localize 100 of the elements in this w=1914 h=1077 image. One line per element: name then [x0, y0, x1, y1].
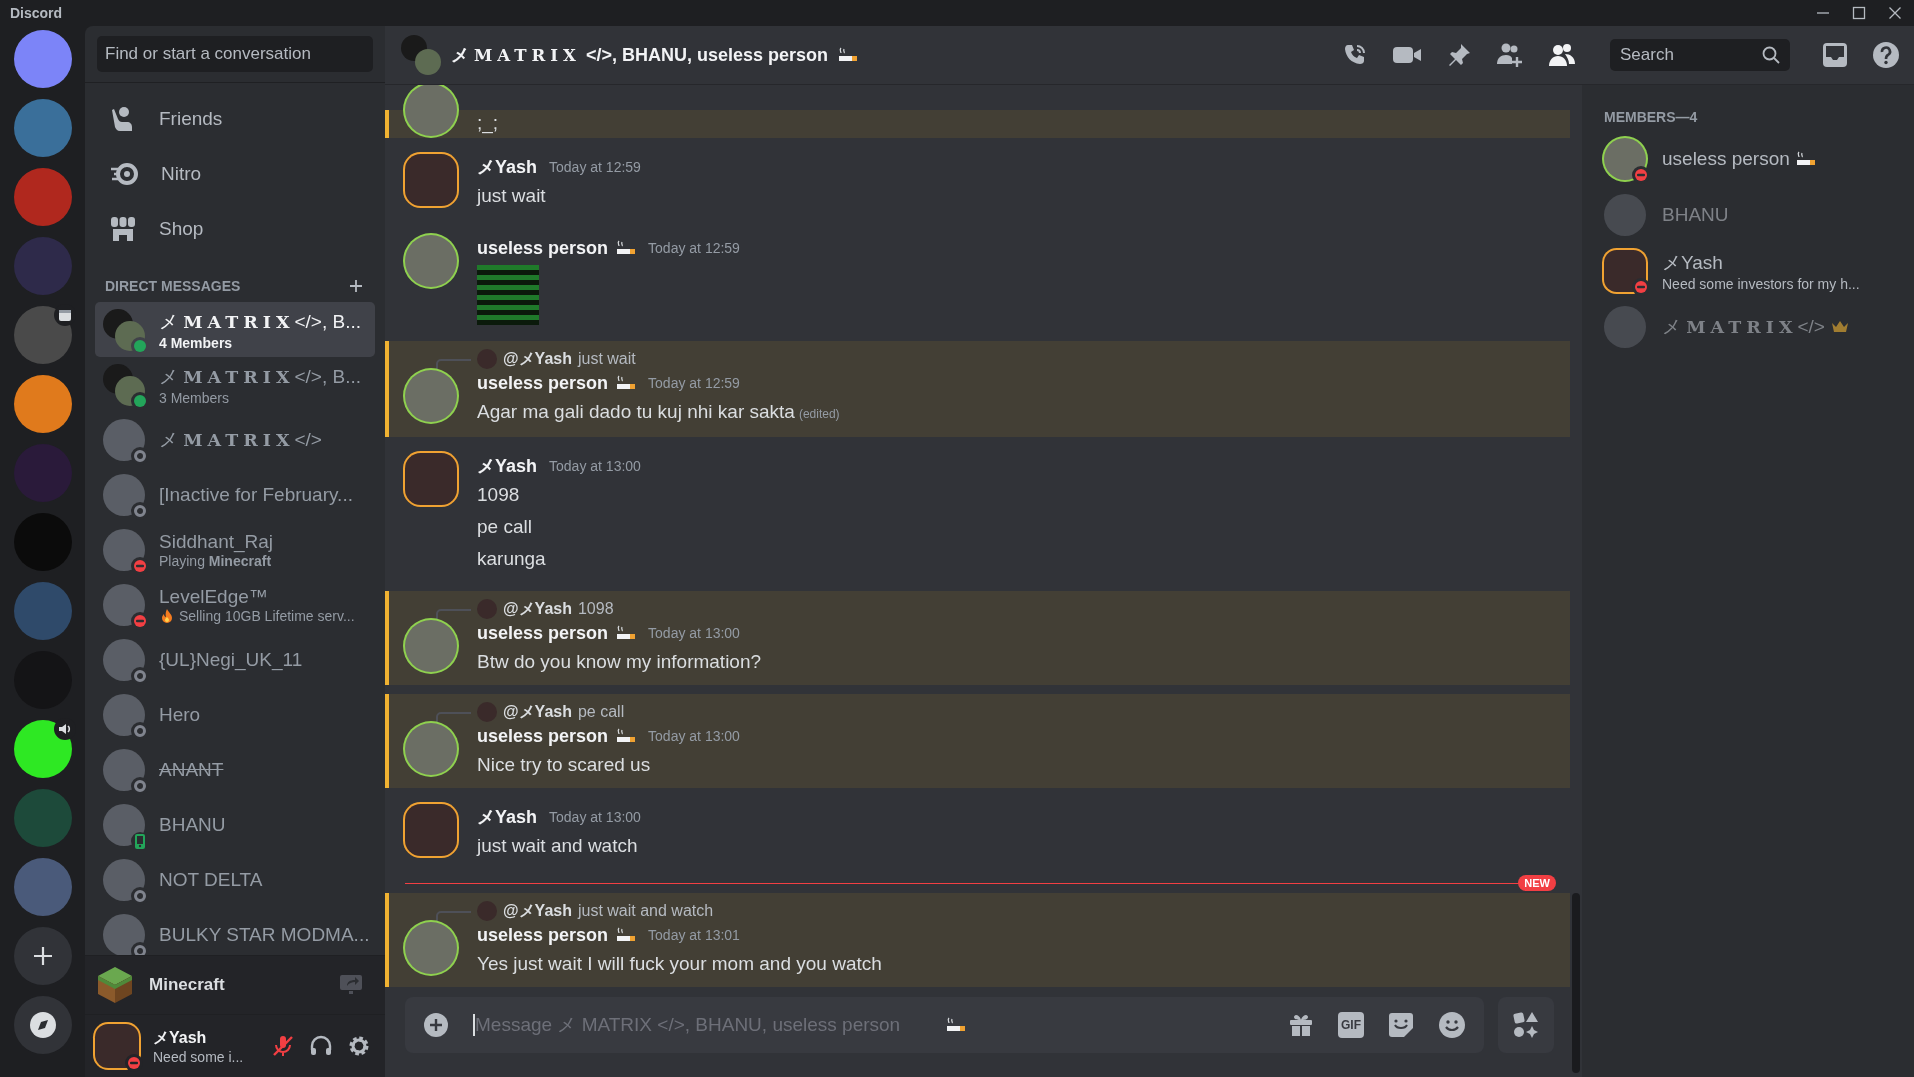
muted-microphone-icon[interactable]: [271, 1034, 295, 1058]
close-icon[interactable]: [1888, 6, 1902, 20]
nav-item[interactable]: Shop: [95, 201, 375, 256]
conversation-name: Hero: [159, 703, 201, 726]
emoji-icon[interactable]: [1438, 1011, 1466, 1039]
message-text: pe call: [477, 516, 532, 537]
search-icon: [1762, 46, 1780, 64]
author-name[interactable]: useless person: [477, 924, 609, 946]
author-name[interactable]: メYash: [477, 155, 538, 179]
nav-item[interactable]: Friends: [95, 91, 375, 146]
server-icon[interactable]: [13, 375, 72, 433]
conversation-name: メ MATRIX</>, B...: [159, 364, 361, 389]
conversation-item[interactable]: LevelEdge™ Selling 10GB Lifetime serv...: [95, 577, 375, 632]
search-field[interactable]: Find or start a conversation: [97, 36, 373, 72]
conversation-name: BULKY STAR MODMA...: [159, 923, 367, 946]
headphones-icon[interactable]: [309, 1034, 333, 1058]
conversation-name: LevelEdge™: [159, 585, 269, 608]
author-name[interactable]: メYash: [477, 454, 538, 478]
message-text: 1098: [477, 484, 520, 505]
plus-icon[interactable]: [349, 279, 363, 293]
member-item[interactable]: useless person: [1604, 131, 1904, 187]
conversation-name: BHANU: [159, 813, 226, 836]
avatar: [103, 528, 145, 571]
message-input[interactable]: Message メ MATRIX </>, BHANU, useless person: [473, 1014, 940, 1036]
apps-icon: [1512, 1011, 1540, 1039]
sticker-icon[interactable]: [1388, 1012, 1414, 1038]
conversation-subtitle: 3 Members: [159, 389, 230, 406]
member-item[interactable]: BHANU: [1604, 187, 1904, 243]
avatar: [103, 693, 145, 736]
author-name[interactable]: useless person: [477, 622, 609, 644]
conversation-item[interactable]: BHANU: [95, 797, 375, 852]
author-name[interactable]: useless person: [477, 237, 609, 259]
section-heading: DIRECT MESSAGES: [105, 278, 241, 294]
edited-label: (edited): [798, 407, 840, 421]
add-friend-icon[interactable]: [1496, 42, 1524, 68]
custom-status: Need some i...: [153, 1048, 245, 1065]
message-text: Btw do you know my information?: [477, 651, 762, 672]
add-attachment-icon[interactable]: [423, 1012, 449, 1038]
plus-icon: [31, 945, 54, 967]
message-text: Yes just wait I will fuck your mom and you watch: [477, 953, 882, 974]
message-text: just wait: [477, 185, 546, 206]
conversation-title: メ MATRIX </>, BHANU, useless person: [451, 44, 828, 67]
search-field[interactable]: Search: [1610, 39, 1790, 71]
member-name: メYash: [1662, 251, 1723, 275]
avatar: [103, 473, 145, 516]
help-icon[interactable]: [1872, 41, 1900, 69]
conversation-item[interactable]: [Inactive for February...: [95, 467, 375, 522]
timestamp: Today at 12:59: [648, 240, 740, 256]
reply-preview[interactable]: just wait: [577, 350, 636, 368]
settings-icon[interactable]: [347, 1034, 371, 1058]
reply-author[interactable]: @メYash: [503, 900, 572, 922]
reply-preview[interactable]: just wait and watch: [577, 902, 714, 920]
conversation-name: メ MATRIX</>: [159, 427, 322, 452]
server-icon[interactable]: [13, 30, 72, 88]
nav-item[interactable]: Nitro: [95, 146, 375, 201]
gif-button[interactable]: GIF: [1338, 1012, 1364, 1038]
app-title: Discord: [10, 5, 63, 21]
avatar: [103, 803, 145, 846]
message-text: Nice try to scared us: [477, 754, 651, 775]
conversation-item[interactable]: NOT DELTA: [95, 852, 375, 907]
avatar[interactable]: [95, 1024, 139, 1068]
conversation-name: NOT DELTA: [159, 868, 263, 891]
inbox-icon[interactable]: [1822, 42, 1848, 68]
maximize-icon[interactable]: [1852, 6, 1866, 20]
timestamp: Today at 12:59: [549, 159, 641, 175]
compass-icon: [28, 1011, 57, 1039]
grass-block-icon: [95, 965, 135, 1005]
reply-author[interactable]: @メYash: [503, 348, 572, 370]
author-name[interactable]: useless person: [477, 372, 609, 394]
author-name[interactable]: useless person: [477, 725, 609, 747]
conversation-item[interactable]: Hero: [95, 687, 375, 742]
conversation-name: Siddhant_Raj: [159, 530, 274, 553]
members-icon[interactable]: [1548, 42, 1576, 68]
member-item[interactable]: メYash Need some investors for my h...: [1604, 243, 1904, 299]
conversation-name: ANANT: [159, 758, 224, 781]
game-name: Minecraft: [149, 975, 226, 995]
image-placeholder[interactable]: [477, 265, 539, 325]
member-item[interactable]: メ MATRIX</>: [1604, 299, 1904, 355]
timestamp: Today at 12:59: [648, 375, 740, 391]
reply-preview[interactable]: pe call: [577, 703, 625, 721]
scrollbar-thumb[interactable]: [1572, 893, 1580, 1073]
conversation-name: {UL}Negi_UK_11: [159, 648, 303, 671]
timestamp: Today at 13:00: [549, 458, 641, 474]
reply-preview[interactable]: 1098: [577, 600, 614, 618]
conversation-item[interactable]: メ MATRIX</>, B... 4 Members: [95, 302, 375, 357]
message-text: just wait and watch: [477, 835, 638, 856]
conversation-item[interactable]: メ MATRIX</>, B... 3 Members: [95, 357, 375, 412]
conversation-item[interactable]: メ MATRIX</>: [95, 412, 375, 467]
reply-author[interactable]: @メYash: [503, 701, 572, 723]
reply-author[interactable]: @メYash: [503, 598, 572, 620]
conversation-name: メ MATRIX</>, B...: [159, 309, 361, 334]
storefront-icon: [109, 214, 137, 243]
timestamp: Today at 13:01: [648, 927, 740, 943]
conversation-item[interactable]: ANANT: [95, 742, 375, 797]
gift-icon[interactable]: [1288, 1012, 1314, 1038]
apps-button[interactable]: [1498, 997, 1554, 1053]
conversation-item[interactable]: {UL}Negi_UK_11: [95, 632, 375, 687]
author-name[interactable]: メYash: [477, 805, 538, 829]
message-text: karunga: [477, 548, 546, 569]
conversation-item[interactable]: Siddhant_Raj Playing Minecraft: [95, 522, 375, 577]
